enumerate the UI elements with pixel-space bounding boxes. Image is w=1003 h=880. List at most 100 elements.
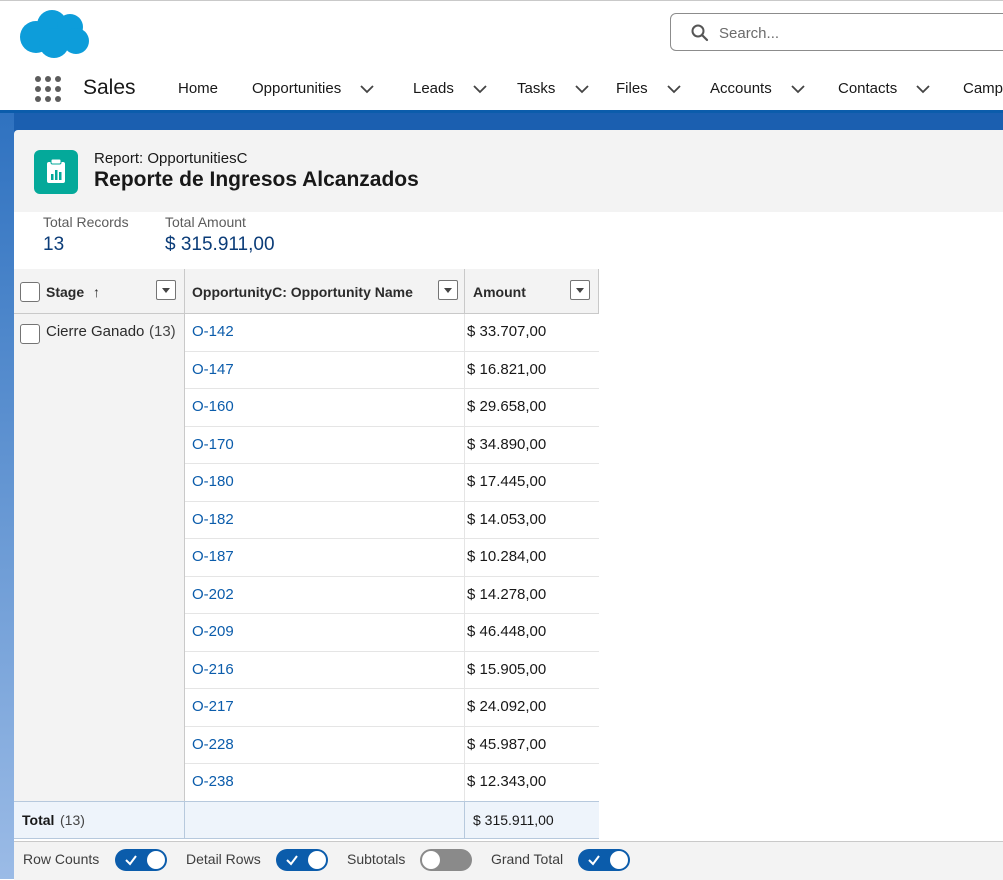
global-search-input[interactable]: Search... bbox=[670, 13, 1003, 51]
nav-label[interactable]: Tasks bbox=[517, 80, 555, 97]
subtotals-toggle[interactable] bbox=[420, 849, 472, 871]
opportunity-link[interactable]: O-170 bbox=[192, 436, 234, 453]
total-label: Total bbox=[22, 812, 55, 828]
group-cell-stage: Cierre Ganado (13) bbox=[14, 314, 185, 801]
table-row: O-216 $ 15.905,00 bbox=[185, 651, 599, 689]
search-placeholder: Search... bbox=[719, 25, 780, 42]
nav-item-accounts[interactable]: Accounts bbox=[710, 80, 806, 97]
nav-item-files[interactable]: Files bbox=[616, 80, 682, 97]
opportunity-link[interactable]: O-216 bbox=[192, 661, 234, 678]
total-records-label: Total Records bbox=[43, 214, 129, 230]
total-count: (13) bbox=[60, 812, 85, 828]
amount-cell: $ 12.343,00 bbox=[467, 773, 547, 790]
nav-item-opportunities[interactable]: Opportunities bbox=[252, 80, 375, 97]
select-all-checkbox[interactable] bbox=[20, 282, 40, 302]
nav-label[interactable]: Files bbox=[616, 80, 648, 97]
amount-cell: $ 34.890,00 bbox=[467, 435, 547, 453]
table-row: O-182 $ 14.053,00 bbox=[185, 501, 599, 539]
table-row: O-217 $ 24.092,00 bbox=[185, 689, 599, 727]
amount-cell: $ 14.053,00 bbox=[467, 510, 547, 528]
detail-rows-label: Detail Rows bbox=[186, 851, 261, 867]
salesforce-cloud-logo[interactable] bbox=[18, 9, 90, 59]
chevron-down-icon[interactable] bbox=[359, 84, 375, 94]
opportunity-link[interactable]: O-209 bbox=[192, 623, 234, 640]
chevron-down-icon[interactable] bbox=[472, 84, 488, 94]
chevron-down-icon[interactable] bbox=[915, 84, 931, 94]
column-header-stage[interactable]: Stage ↑ bbox=[14, 269, 185, 314]
subtotals-label: Subtotals bbox=[347, 851, 406, 867]
column-menu-button[interactable] bbox=[570, 280, 590, 300]
nav-item-campaigns[interactable]: Camp bbox=[963, 80, 1003, 97]
opportunity-link[interactable]: O-217 bbox=[192, 698, 234, 715]
chevron-down-icon[interactable] bbox=[574, 84, 590, 94]
amount-cell: $ 29.658,00 bbox=[467, 398, 547, 415]
table-row: O-238 $ 12.343,00 bbox=[185, 764, 599, 802]
total-amount-value: $ 315.911,00 bbox=[165, 234, 275, 255]
nav-item-tasks[interactable]: Tasks bbox=[517, 80, 590, 97]
detail-rows-toggle[interactable] bbox=[276, 849, 328, 871]
nav-label[interactable]: Contacts bbox=[838, 80, 897, 97]
nav-label[interactable]: Opportunities bbox=[252, 80, 341, 97]
opportunity-link[interactable]: O-182 bbox=[192, 511, 234, 528]
table-row: O-142 $ 33.707,00 bbox=[185, 314, 599, 352]
global-header: Search... bbox=[0, 0, 1003, 71]
report-footer: Row Counts Detail Rows Subtotals Grand T… bbox=[14, 841, 1003, 880]
opportunity-link[interactable]: O-228 bbox=[192, 736, 234, 753]
page-background-edge bbox=[0, 113, 14, 879]
app-navigation-bar: Sales Home Opportunities Leads Tasks Fil… bbox=[0, 70, 1003, 113]
nav-label[interactable]: Leads bbox=[413, 80, 454, 97]
amount-cell: $ 15.905,00 bbox=[467, 660, 547, 678]
nav-item-leads[interactable]: Leads bbox=[413, 80, 488, 97]
table-row: O-180 $ 17.445,00 bbox=[185, 464, 599, 502]
column-header-amount[interactable]: Amount bbox=[465, 269, 599, 314]
amount-cell: $ 45.987,00 bbox=[467, 735, 547, 753]
row-counts-toggle[interactable] bbox=[115, 849, 167, 871]
column-menu-button[interactable] bbox=[438, 280, 458, 300]
nav-label[interactable]: Accounts bbox=[710, 80, 772, 97]
check-icon bbox=[286, 855, 298, 866]
nav-label[interactable]: Camp bbox=[963, 80, 1003, 97]
chevron-down-icon[interactable] bbox=[790, 84, 806, 94]
nav-item-contacts[interactable]: Contacts bbox=[838, 80, 931, 97]
grand-total-toggle[interactable] bbox=[578, 849, 630, 871]
table-row: O-187 $ 10.284,00 bbox=[185, 539, 599, 577]
app-launcher-icon[interactable] bbox=[34, 75, 62, 103]
opportunity-link[interactable]: O-202 bbox=[192, 586, 234, 603]
opportunity-link[interactable]: O-238 bbox=[192, 773, 234, 790]
group-checkbox[interactable] bbox=[20, 324, 40, 344]
column-header-opportunity-name[interactable]: OpportunityC: Opportunity Name bbox=[185, 269, 465, 314]
group-count: (13) bbox=[149, 323, 176, 340]
total-records-value: 13 bbox=[43, 234, 65, 255]
report-content: Stage ↑ OpportunityC: Opportunity Name A… bbox=[14, 269, 1003, 841]
report-type-label: Report: OpportunitiesC bbox=[94, 150, 248, 167]
column-header-name-label: OpportunityC: Opportunity Name bbox=[192, 284, 413, 300]
opportunity-link[interactable]: O-180 bbox=[192, 473, 234, 490]
table-row: O-160 $ 29.658,00 bbox=[185, 389, 599, 427]
table-row: O-228 $ 45.987,00 bbox=[185, 726, 599, 764]
total-amount: $ 315.911,00 bbox=[473, 812, 554, 828]
nav-item-home[interactable]: Home bbox=[178, 80, 218, 97]
amount-cell: $ 17.445,00 bbox=[467, 473, 547, 490]
check-icon bbox=[125, 855, 137, 866]
total-amount-label: Total Amount bbox=[165, 214, 246, 230]
opportunity-link[interactable]: O-142 bbox=[192, 323, 234, 340]
nav-label[interactable]: Home bbox=[178, 80, 218, 97]
report-header: Report: OpportunitiesC Reporte de Ingres… bbox=[14, 130, 1003, 213]
page-title: Reporte de Ingresos Alcanzados bbox=[94, 168, 419, 191]
table-row: O-202 $ 14.278,00 bbox=[185, 576, 599, 614]
opportunity-link[interactable]: O-147 bbox=[192, 361, 234, 378]
amount-cell: $ 14.278,00 bbox=[467, 585, 547, 603]
column-menu-button[interactable] bbox=[156, 280, 176, 300]
opportunity-link[interactable]: O-160 bbox=[192, 398, 234, 415]
table-row: O-170 $ 34.890,00 bbox=[185, 426, 599, 464]
grand-total-row: Total (13) $ 315.911,00 bbox=[14, 801, 599, 839]
opportunity-link[interactable]: O-187 bbox=[192, 548, 234, 565]
sort-ascending-icon[interactable]: ↑ bbox=[93, 284, 100, 300]
amount-cell: $ 33.707,00 bbox=[467, 323, 547, 340]
chevron-down-icon[interactable] bbox=[666, 84, 682, 94]
search-icon bbox=[691, 24, 709, 42]
app-name: Sales bbox=[83, 76, 136, 99]
report-summary: Total Records 13 Total Amount $ 315.911,… bbox=[14, 212, 1003, 270]
amount-cell: $ 10.284,00 bbox=[467, 548, 547, 565]
group-label: Cierre Ganado bbox=[46, 323, 145, 340]
